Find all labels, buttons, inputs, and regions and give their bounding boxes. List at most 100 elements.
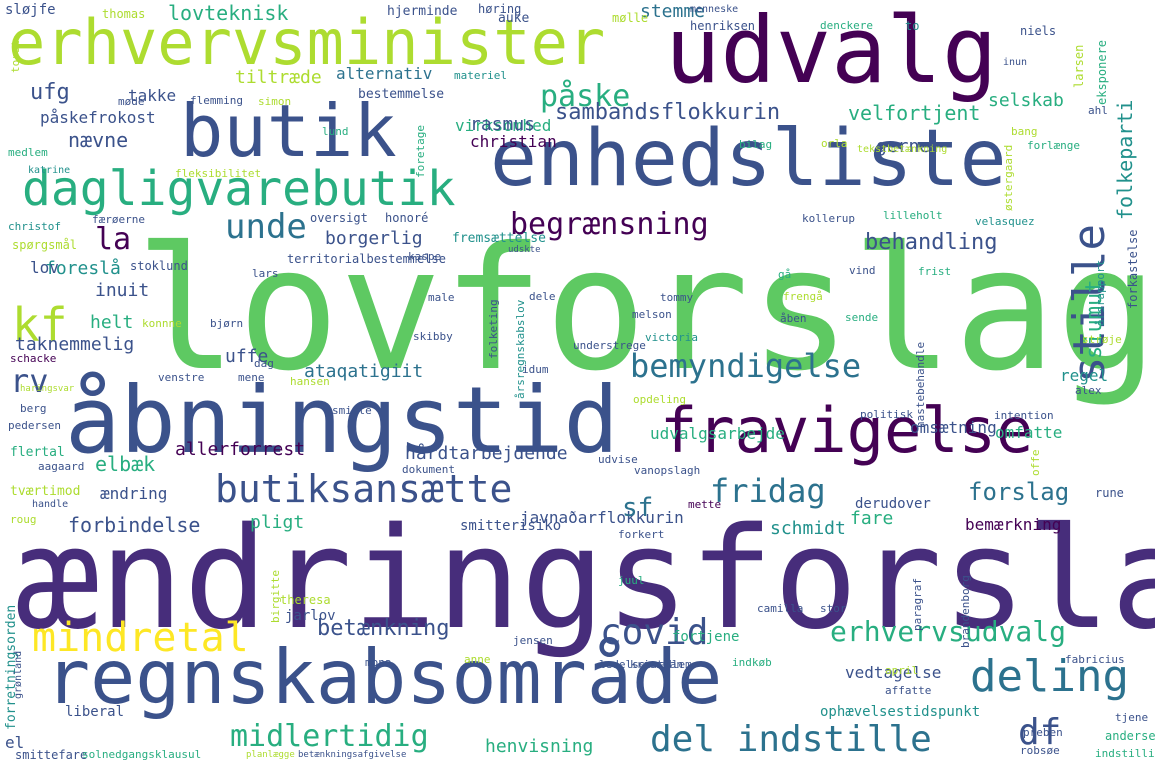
cloud-word: lund — [322, 125, 349, 138]
cloud-word: møde — [118, 95, 145, 108]
cloud-word: ændring — [100, 484, 168, 503]
cloud-word: victoria — [645, 331, 698, 344]
cloud-word: mølle — [612, 11, 649, 25]
cloud-word: jarlov — [285, 608, 336, 624]
cloud-word: auke — [498, 11, 530, 26]
cloud-word: elbæk — [95, 452, 156, 476]
cloud-word: unde — [225, 207, 307, 247]
cloud-word: folketing — [487, 299, 500, 360]
word-cloud: lovforslag ændringsforslag regnskabsområde… — [0, 0, 1155, 770]
cloud-word: liberal — [65, 704, 125, 720]
cloud-word: anne — [464, 653, 491, 666]
cloud-word: fare — [850, 508, 894, 529]
cloud-word: påskefrokost — [40, 108, 156, 127]
cloud-word: smitte — [332, 404, 372, 417]
cloud-word: forkastelse — [1126, 229, 1140, 310]
cloud-word: frengå — [783, 290, 823, 303]
cloud-word: ophævelsestidspunkt — [820, 704, 981, 720]
cloud-word: bilag — [739, 138, 773, 151]
cloud-word: medlem — [8, 146, 48, 159]
cloud-word: hårdtarbejdende — [405, 443, 568, 464]
cloud-word: solnedgangsklausul — [82, 748, 202, 761]
cloud-word: velasquez — [975, 215, 1035, 228]
cloud-word: del indstille — [650, 719, 932, 760]
cloud-word: honoré — [385, 211, 429, 225]
cloud-word: derudover — [855, 496, 931, 512]
cloud-word: opdeling — [633, 393, 686, 406]
cloud-word: theresa — [280, 593, 331, 607]
cloud-word: færøerne — [92, 213, 145, 226]
cloud-word: udskte — [508, 245, 541, 255]
cloud-word: pedersen — [8, 419, 61, 432]
cloud-word: borgerlig — [325, 228, 423, 249]
cloud-word: paragraf — [911, 577, 924, 631]
cloud-word: katrine — [28, 165, 71, 176]
cloud-word: frist — [918, 265, 952, 278]
cloud-word: handle — [32, 499, 69, 510]
cloud-word: midlertidig — [230, 719, 429, 754]
cloud-word: christian — [470, 132, 557, 151]
cloud-word: alex — [1075, 384, 1102, 397]
cloud-word: grønland — [13, 650, 24, 699]
cloud-word: årsrapport — [1094, 259, 1107, 326]
cloud-word: christof — [8, 220, 61, 233]
cloud-word: berg — [20, 402, 47, 415]
cloud-word: jensen — [513, 634, 553, 647]
cloud-word: indkøb — [732, 656, 772, 669]
cloud-word: denckere — [820, 19, 873, 32]
cloud-word: regel — [1060, 366, 1109, 385]
cloud-word: foretage — [414, 124, 427, 178]
cloud-word: henriksen — [690, 19, 756, 33]
cloud-word: fortjene — [672, 629, 740, 645]
cloud-word: la — [95, 222, 132, 257]
cloud-word: forbindelse — [68, 513, 201, 537]
cloud-word: allerforrest — [175, 439, 306, 460]
cloud-word: behandling — [865, 230, 998, 255]
cloud-word: forkert — [618, 528, 665, 541]
cloud-word: sf — [622, 493, 654, 523]
cloud-word: østergaard — [1002, 144, 1015, 211]
cloud-word: fabricius — [1065, 653, 1125, 666]
cloud-word: roug — [10, 513, 37, 526]
cloud-word: april — [885, 664, 919, 677]
cloud-word: gå — [778, 268, 792, 281]
cloud-word: velfortjent — [848, 101, 981, 125]
cloud-word: brandenborg — [959, 574, 972, 648]
cloud-word: stor — [820, 602, 847, 615]
cloud-word: betænkningsafgivelse — [298, 750, 407, 760]
cloud-word: kaspe — [408, 250, 442, 263]
cloud-word: camilla — [757, 602, 804, 615]
cloud-word: affatte — [885, 684, 932, 697]
cloud-word: konnne — [142, 317, 182, 330]
cloud-word: inuit — [95, 280, 150, 301]
cloud-word: indstilling — [1095, 747, 1155, 760]
cloud-word: preben — [1023, 726, 1063, 739]
cloud-word: pligt — [250, 512, 305, 533]
cloud-word: flertal — [10, 445, 65, 460]
cloud-word: niels — [1020, 24, 1057, 38]
cloud-word: rune — [1095, 486, 1124, 500]
cloud-word: erhvervsudvalg — [830, 615, 1067, 648]
cloud-word: butiksansætte — [215, 467, 513, 511]
cloud-word: selskab — [988, 90, 1064, 111]
cloud-word: idum — [522, 363, 549, 376]
cloud-word: politisk — [860, 408, 913, 421]
cloud-word: omfatte — [995, 423, 1063, 442]
cloud-word: understrege — [573, 339, 646, 352]
cloud-word: melson — [632, 308, 672, 321]
cloud-word: mette — [688, 498, 722, 511]
cloud-word: tekstbetænkning — [857, 144, 948, 155]
cloud-word: vanopslagh — [634, 464, 701, 477]
cloud-word: henvisning — [485, 736, 594, 757]
cloud-word: folkeparti — [1113, 99, 1137, 220]
cloud-word: venstre — [158, 371, 205, 384]
cloud-word: menneske — [690, 4, 739, 15]
cloud-word: ahl — [1088, 104, 1108, 117]
cloud-word: åben — [780, 312, 807, 325]
cloud-word: schacke — [10, 352, 57, 365]
cloud-word: dele — [529, 290, 556, 303]
cloud-word: vind — [849, 264, 876, 277]
cloud-word: tjene — [1115, 711, 1149, 724]
cloud-word: strøje — [1082, 333, 1122, 346]
cloud-word: intention — [994, 409, 1054, 422]
